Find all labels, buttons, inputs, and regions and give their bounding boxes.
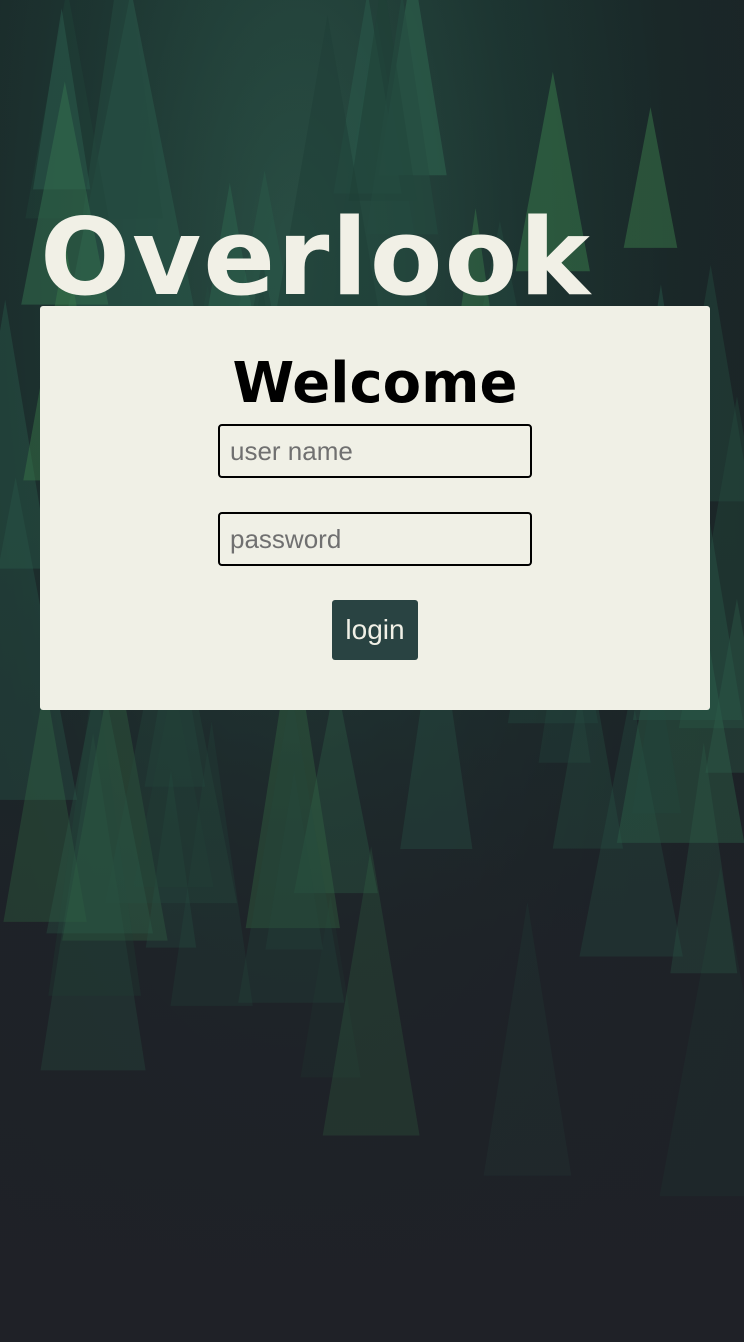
password-input[interactable] — [218, 512, 532, 566]
username-input[interactable] — [218, 424, 532, 478]
login-button[interactable]: login — [332, 600, 418, 660]
login-card: Welcome login — [40, 306, 710, 710]
pine-tree-shape — [483, 901, 572, 1176]
welcome-heading: Welcome — [232, 351, 518, 416]
app-title: Overlook — [40, 196, 592, 319]
pine-tree-shape — [623, 107, 678, 248]
